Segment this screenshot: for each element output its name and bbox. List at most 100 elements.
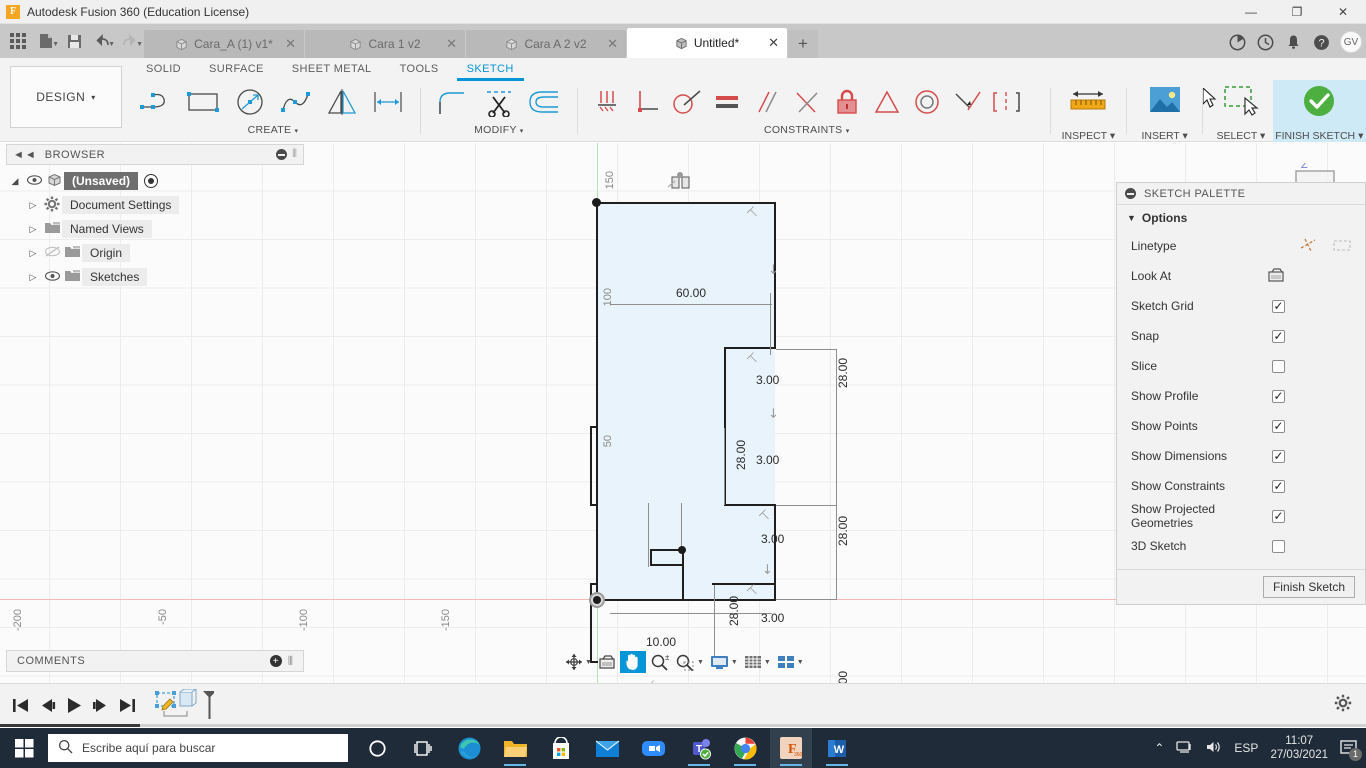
expand-arrow-icon[interactable]: ◢ xyxy=(6,176,24,187)
action-center-icon[interactable]: 1 xyxy=(1340,739,1362,761)
fusion360-icon[interactable]: F 360 xyxy=(770,728,812,768)
play-icon[interactable] xyxy=(66,697,82,714)
workspace-selector[interactable]: DESIGN ▾ xyxy=(10,66,122,128)
dimension-label-28-e[interactable]: 28.00 xyxy=(836,671,850,683)
expand-arrow-icon[interactable]: ▷ xyxy=(24,272,42,283)
panel-label-create[interactable]: CREATE ▾ xyxy=(248,124,299,136)
palette-row-show-dimensions[interactable]: Show Dimensions xyxy=(1117,441,1365,471)
timeline-feature-node[interactable] xyxy=(154,688,214,723)
pan-hand-icon[interactable] xyxy=(619,651,646,673)
tree-node-origin[interactable]: ▷ Origin xyxy=(6,241,304,265)
concentric-icon[interactable] xyxy=(908,81,946,123)
browser-resize-grip[interactable]: ⦀ xyxy=(292,148,297,161)
notch-edge-3[interactable] xyxy=(724,504,776,506)
ribbon-tab-sheet-metal[interactable]: SHEET METAL xyxy=(278,58,386,81)
profile-bottom-edge[interactable] xyxy=(596,599,776,601)
show-hidden-icons-icon[interactable]: ⌃ xyxy=(1154,741,1164,755)
notch-edge-5[interactable] xyxy=(712,583,776,585)
expand-arrow-icon[interactable]: ▷ xyxy=(24,248,42,259)
expand-arrow-icon[interactable]: ▷ xyxy=(24,224,42,235)
help-icon[interactable]: ? xyxy=(1308,29,1334,55)
look-at-icon[interactable] xyxy=(596,651,618,673)
close-icon[interactable]: ✕ xyxy=(285,36,296,52)
undo-icon[interactable]: ▼ xyxy=(88,27,116,55)
cortana-icon[interactable] xyxy=(356,728,398,768)
sketch-profile-region[interactable] xyxy=(597,203,775,600)
palette-row-show-constraints[interactable]: Show Constraints xyxy=(1117,471,1365,501)
step-back-icon[interactable] xyxy=(39,698,56,713)
snap-checkbox[interactable] xyxy=(1272,329,1285,343)
show-points-checkbox[interactable] xyxy=(1272,419,1285,433)
save-icon[interactable] xyxy=(60,27,88,55)
volume-icon[interactable] xyxy=(1205,740,1222,757)
document-tab-1[interactable]: Cara 1 v2 ✕ xyxy=(305,30,465,58)
dimension-label-3-b[interactable]: 3.00 xyxy=(756,453,779,467)
add-comment-button[interactable]: + xyxy=(269,655,282,667)
tangent-icon[interactable] xyxy=(668,81,706,123)
show-projected-geometries-checkbox[interactable] xyxy=(1272,509,1285,523)
midpoint-icon[interactable] xyxy=(988,81,1026,123)
orbit-icon[interactable]: ▼ xyxy=(563,651,594,673)
ribbon-button-finish-sketch[interactable]: FINISH SKETCH ▾ xyxy=(1272,80,1366,142)
new-tab-button[interactable]: + xyxy=(788,30,818,58)
coincident-icon[interactable] xyxy=(788,81,826,123)
ribbon-tab-solid[interactable]: SOLID xyxy=(132,58,195,81)
left-notch-bottom[interactable] xyxy=(590,504,598,506)
go-to-beginning-icon[interactable] xyxy=(12,698,29,713)
task-view-icon[interactable] xyxy=(402,728,444,768)
close-icon[interactable]: ✕ xyxy=(446,36,457,52)
start-button[interactable] xyxy=(0,728,48,768)
inner-slot-left[interactable] xyxy=(650,549,652,565)
construction-linetype-icon[interactable] xyxy=(1299,237,1317,256)
comments-panel[interactable]: COMMENTS + ⦀ xyxy=(6,650,304,672)
collapse-icon[interactable]: ◄◄ xyxy=(13,149,37,161)
centerline-linetype-icon[interactable] xyxy=(1333,238,1351,255)
palette-minimize-icon[interactable] xyxy=(1125,188,1136,199)
fillet-icon[interactable] xyxy=(431,81,475,123)
mail-icon[interactable] xyxy=(586,728,628,768)
tree-node-named-views[interactable]: ▷ Named Views xyxy=(6,217,304,241)
timeline-settings-gear-icon[interactable] xyxy=(1334,694,1352,717)
notifications-bell-icon[interactable] xyxy=(1280,29,1306,55)
file-explorer-icon[interactable] xyxy=(494,728,536,768)
job-status-icon[interactable] xyxy=(1252,29,1278,55)
go-to-end-icon[interactable] xyxy=(119,698,136,713)
microsoft-store-icon[interactable] xyxy=(540,728,582,768)
show-dimensions-checkbox[interactable] xyxy=(1272,449,1285,463)
minimize-button[interactable]: — xyxy=(1228,0,1274,24)
look-at-icon[interactable] xyxy=(1267,267,1285,286)
display-settings-icon[interactable]: ▼ xyxy=(708,651,740,673)
fix-ground-icon[interactable] xyxy=(588,81,626,123)
maximize-button[interactable]: ❐ xyxy=(1274,0,1320,24)
grid-snaps-icon[interactable]: ▼ xyxy=(742,651,773,673)
expand-arrow-icon[interactable]: ▷ xyxy=(24,200,42,211)
new-file-icon[interactable]: ▼ xyxy=(32,27,60,55)
inner-slot-bottom[interactable] xyxy=(650,564,682,566)
zoom-icon[interactable] xyxy=(632,728,674,768)
visibility-eye-icon[interactable] xyxy=(42,270,62,284)
show-constraints-checkbox[interactable] xyxy=(1272,479,1285,493)
viewports-icon[interactable]: ▼ xyxy=(775,651,806,673)
visibility-eye-icon[interactable] xyxy=(24,174,44,188)
network-icon[interactable] xyxy=(1176,740,1193,757)
fit-icon[interactable]: ▼ xyxy=(673,651,706,673)
sketch-manipulator-widget[interactable] xyxy=(667,171,694,193)
ribbon-tab-sketch[interactable]: SKETCH xyxy=(453,58,528,81)
data-panel-icon[interactable] xyxy=(1224,29,1250,55)
teams-icon[interactable]: T xyxy=(678,728,720,768)
parallel-icon[interactable] xyxy=(748,81,786,123)
dimension-label-3-d[interactable]: 3.00 xyxy=(761,611,784,625)
activate-radio[interactable] xyxy=(144,174,159,188)
zoom-icon[interactable]: ± xyxy=(648,651,671,673)
step-forward-icon[interactable] xyxy=(92,698,109,713)
notch-edge-1[interactable] xyxy=(724,347,776,349)
sketch-grid-checkbox[interactable] xyxy=(1272,299,1285,313)
ribbon-tab-tools[interactable]: TOOLS xyxy=(386,58,453,81)
spline-icon[interactable] xyxy=(274,81,318,123)
rectangle-icon[interactable] xyxy=(182,81,226,123)
avatar[interactable]: GV xyxy=(1340,31,1362,53)
dimension-label-28-a[interactable]: 28.00 xyxy=(836,358,850,388)
symmetry-icon[interactable] xyxy=(868,81,906,123)
clock[interactable]: 11:07 27/03/2021 xyxy=(1270,734,1328,762)
palette-row-look-at[interactable]: Look At xyxy=(1117,261,1365,291)
